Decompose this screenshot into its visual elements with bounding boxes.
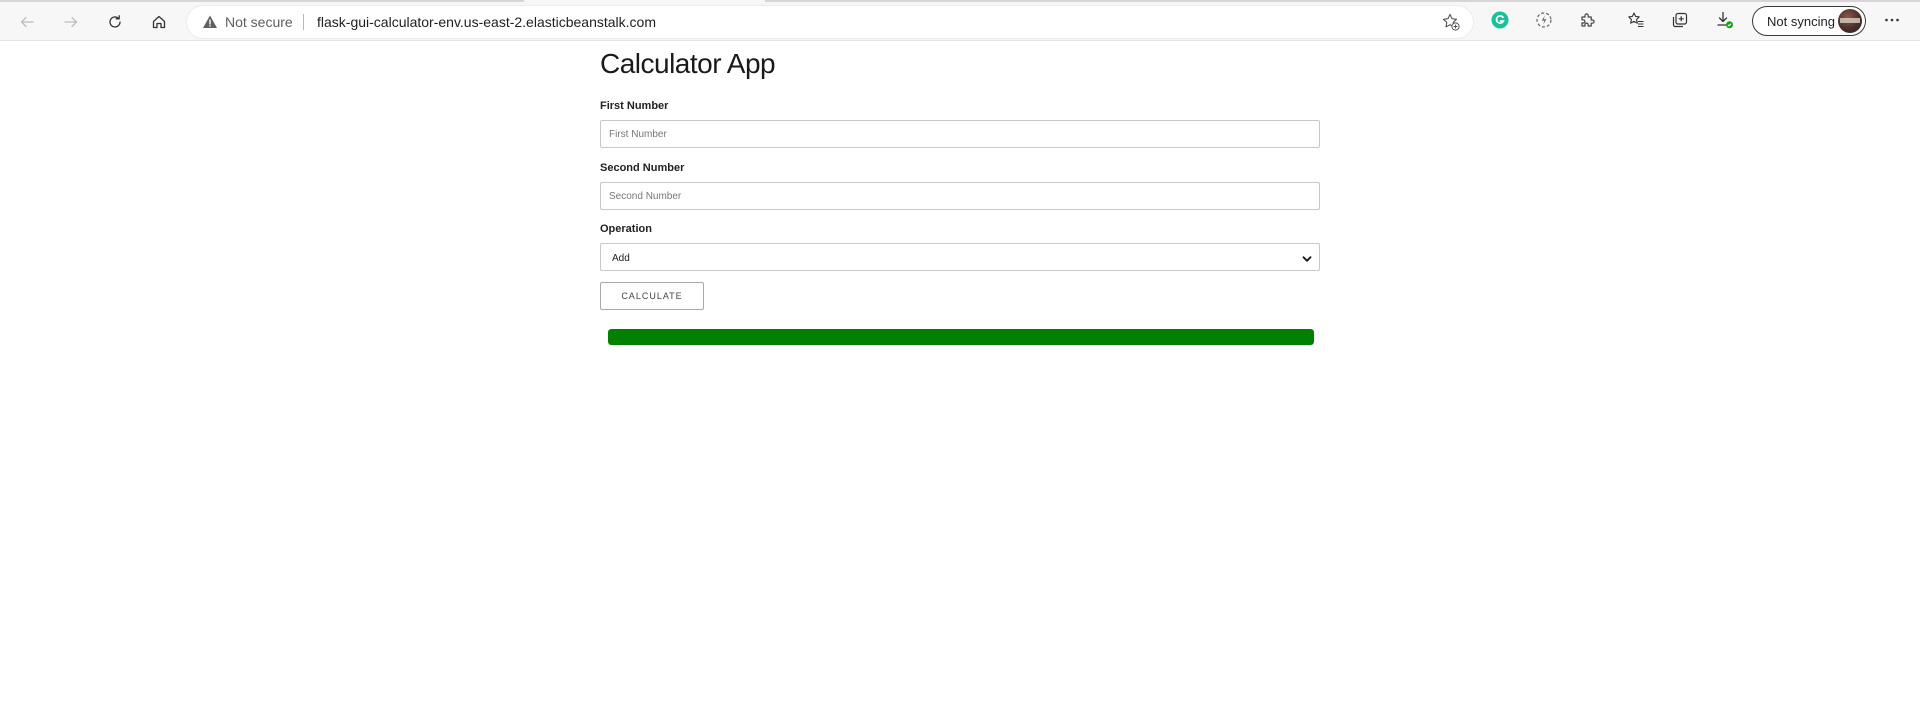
warning-triangle-icon[interactable] bbox=[202, 14, 218, 35]
calculate-button[interactable]: CALCULATE bbox=[600, 282, 704, 310]
grammarly-icon bbox=[1491, 11, 1509, 34]
extensions-button[interactable] bbox=[1572, 6, 1604, 38]
favorites-star-icon bbox=[1627, 11, 1645, 34]
address-separator bbox=[303, 14, 304, 30]
operation-selected-value: Add bbox=[612, 253, 630, 264]
security-status-text[interactable]: Not secure bbox=[225, 14, 293, 30]
profile-sync-button[interactable]: Not syncing bbox=[1752, 6, 1866, 36]
forward-button[interactable] bbox=[55, 6, 87, 38]
first-number-label: First Number bbox=[600, 100, 669, 112]
grammarly-extension-button[interactable] bbox=[1484, 6, 1516, 38]
tab-strip-edge-right bbox=[765, 0, 1920, 2]
result-progress-fill bbox=[608, 329, 1314, 345]
operation-select[interactable]: Add bbox=[600, 243, 1320, 271]
more-menu-icon bbox=[1883, 11, 1901, 34]
url-text[interactable]: flask-gui-calculator-env.us-east-2.elast… bbox=[317, 14, 656, 30]
collections-button[interactable] bbox=[1664, 6, 1696, 38]
sync-status-label: Not syncing bbox=[1767, 14, 1835, 29]
favorites-button[interactable] bbox=[1620, 6, 1652, 38]
second-number-label: Second Number bbox=[600, 162, 685, 174]
refresh-button[interactable] bbox=[99, 6, 131, 38]
refresh-icon bbox=[107, 14, 123, 30]
avatar bbox=[1838, 9, 1862, 33]
tab-strip-edge bbox=[0, 0, 1920, 3]
chevron-down-icon bbox=[1301, 252, 1313, 270]
back-button[interactable] bbox=[11, 6, 43, 38]
address-bar[interactable]: Not secure flask-gui-calculator-env.us-e… bbox=[187, 6, 1473, 38]
performance-icon bbox=[1535, 11, 1553, 34]
more-menu-button[interactable] bbox=[1876, 6, 1908, 38]
browser-toolbar: Not secure flask-gui-calculator-env.us-e… bbox=[0, 0, 1920, 41]
avatar-detail bbox=[1840, 18, 1860, 23]
second-number-input[interactable] bbox=[600, 182, 1320, 210]
back-arrow-icon bbox=[19, 14, 35, 30]
result-progress-bar bbox=[608, 329, 1314, 345]
page-title: Calculator App bbox=[600, 48, 776, 79]
add-favorite-icon[interactable] bbox=[1441, 12, 1461, 37]
tab-strip-edge-left bbox=[0, 0, 524, 2]
collections-icon bbox=[1671, 11, 1689, 34]
extensions-puzzle-icon bbox=[1579, 11, 1597, 34]
operation-label: Operation bbox=[600, 223, 652, 235]
first-number-input[interactable] bbox=[600, 120, 1320, 148]
home-button[interactable] bbox=[143, 6, 175, 38]
download-icon bbox=[1715, 10, 1735, 35]
downloads-button[interactable] bbox=[1709, 6, 1741, 38]
home-icon bbox=[151, 14, 167, 30]
forward-arrow-icon bbox=[63, 14, 79, 30]
performance-button[interactable] bbox=[1528, 6, 1560, 38]
